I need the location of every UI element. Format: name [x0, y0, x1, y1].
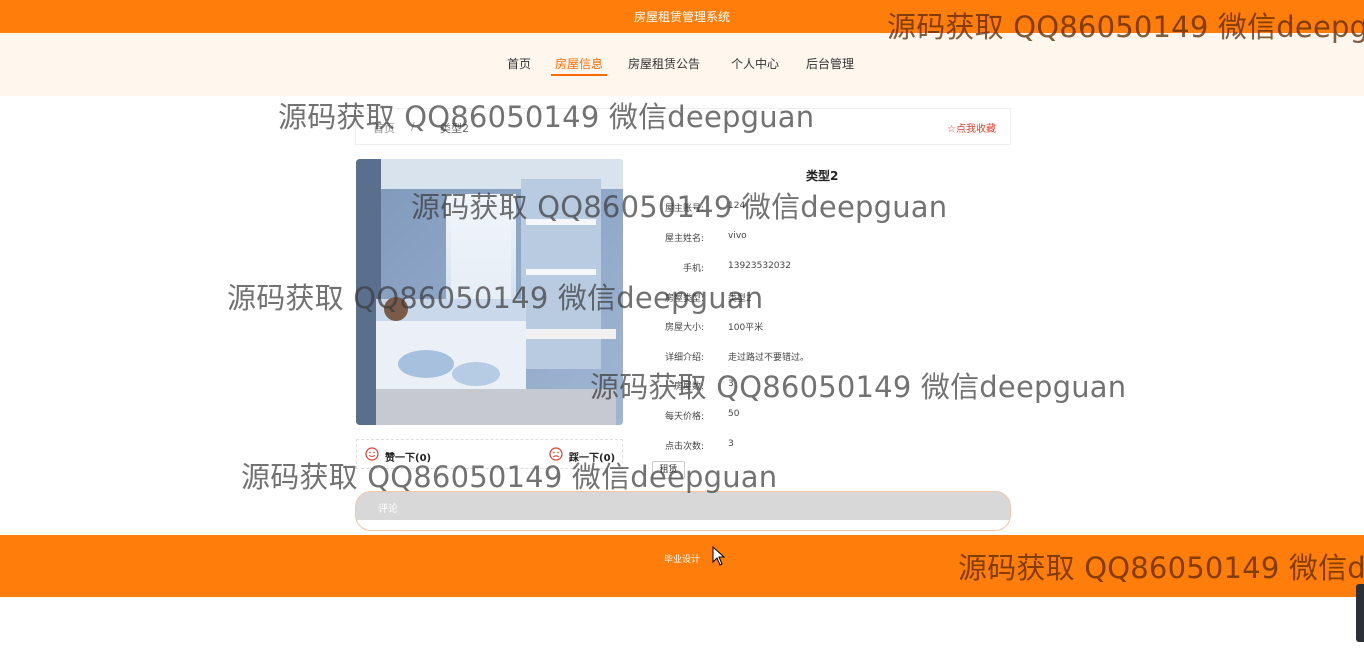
- side-widget[interactable]: [1356, 584, 1364, 642]
- detail-title: 类型2: [806, 169, 839, 183]
- field-label-house-type: 房屋类型:: [664, 294, 704, 304]
- mouse-cursor-icon: [712, 546, 726, 566]
- field-label-owner-account: 屋主账号:: [664, 204, 704, 214]
- field-value-house-size: 100平米: [728, 323, 764, 333]
- footer: 毕业设计: [0, 535, 1364, 597]
- dislike-button[interactable]: 踩一下(0): [569, 449, 615, 464]
- nav-item-personal-center[interactable]: 个人中心: [731, 55, 779, 77]
- field-label-house-count: 房屋数:: [673, 382, 704, 392]
- field-label-daily-price: 每天价格:: [664, 412, 704, 422]
- field-value-daily-price: 50: [728, 409, 740, 419]
- top-header-bar: 房屋租赁管理系统: [0, 0, 1364, 33]
- main-nav: 首页 房屋信息 房屋租赁公告 个人中心 后台管理: [0, 33, 1364, 96]
- breadcrumb-home[interactable]: 首页: [373, 120, 395, 136]
- field-label-house-size: 房屋大小:: [664, 323, 704, 333]
- like-button[interactable]: 赞一下(0): [385, 449, 431, 464]
- field-value-house-count: 3: [728, 379, 734, 389]
- field-value-owner-account: 124: [728, 201, 746, 211]
- field-value-description: 走过路过不要错过。: [728, 353, 810, 363]
- smile-icon[interactable]: [365, 447, 379, 461]
- field-value-phone: 13923532032: [728, 261, 791, 271]
- frown-icon[interactable]: [549, 447, 563, 461]
- field-label-click-count: 点击次数:: [664, 442, 704, 452]
- rent-button[interactable]: 租赁: [652, 461, 685, 479]
- comment-label: 评论: [378, 504, 398, 515]
- field-label-description: 详细介绍:: [664, 353, 704, 363]
- breadcrumb-separator: /: [411, 120, 415, 133]
- field-value-owner-name: vivo: [728, 231, 747, 241]
- bedroom-image: [356, 159, 623, 425]
- nav-item-rental-notice[interactable]: 房屋租赁公告: [628, 55, 700, 77]
- site-title: 房屋租赁管理系统: [633, 10, 730, 24]
- breadcrumb: 首页 / 类型2 ☆点我收藏: [355, 108, 1011, 145]
- field-label-owner-name: 屋主姓名:: [664, 234, 704, 244]
- vote-bar: 赞一下(0) 踩一下(0): [356, 439, 623, 469]
- favorite-button[interactable]: ☆点我收藏: [947, 120, 996, 135]
- field-value-click-count: 3: [728, 439, 734, 449]
- nav-item-admin[interactable]: 后台管理: [806, 55, 854, 77]
- nav-item-home[interactable]: 首页: [507, 55, 531, 77]
- house-photo: [356, 159, 623, 425]
- comment-section: 评论: [355, 491, 1011, 531]
- field-label-phone: 手机:: [682, 264, 704, 274]
- breadcrumb-current: 类型2: [440, 122, 469, 135]
- footer-text: 毕业设计: [663, 555, 700, 565]
- nav-item-house-info[interactable]: 房屋信息: [550, 55, 608, 77]
- field-value-house-type: 类型2: [728, 294, 752, 304]
